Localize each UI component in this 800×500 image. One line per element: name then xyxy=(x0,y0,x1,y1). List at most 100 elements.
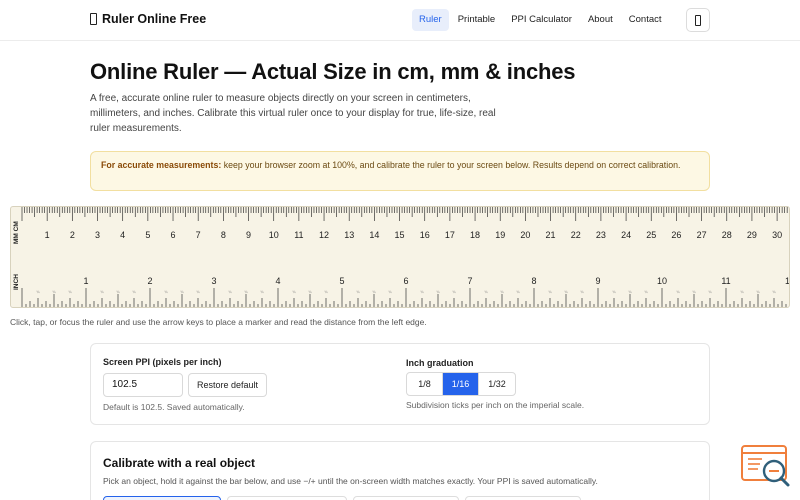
inch-fraction-mark: ¼ xyxy=(197,290,200,294)
nav-item-contact[interactable]: Contact xyxy=(622,9,669,31)
ruler-scale: 1 2 3 4 5 6 7 8 9 10 11 12 13 14 15 16 17 18 19 20 21 22 23 24 2… xyxy=(13,207,789,307)
nav-item-ruler[interactable]: Ruler xyxy=(412,9,449,31)
object-option-button[interactable] xyxy=(465,496,581,500)
cm-tick-label: 2 xyxy=(70,230,75,240)
ppi-hint: Default is 102.5. Saved automatically. xyxy=(103,402,245,412)
inch-fraction-mark: ¼ xyxy=(437,290,440,294)
theme-toggle-icon xyxy=(695,14,701,26)
inch-fraction-mark: ¼ xyxy=(53,290,56,294)
inch-fraction-mark: ¼ xyxy=(645,290,648,294)
inch-fraction-mark: ¼ xyxy=(421,290,424,294)
cm-tick-label: 7 xyxy=(196,230,201,240)
inch-fraction-mark: ¼ xyxy=(565,290,568,294)
inch-fraction-mark: ¼ xyxy=(501,290,504,294)
inch-fraction-mark: ¼ xyxy=(517,290,520,294)
inch-fraction-mark: ¼ xyxy=(229,290,232,294)
ruler-hint: Click, tap, or focus the ruler and use t… xyxy=(10,317,427,327)
theme-toggle-button[interactable] xyxy=(686,8,710,32)
inch-fraction-mark: ¼ xyxy=(245,290,248,294)
top-navigation-bar: Ruler Online Free Ruler Printable PPI Ca… xyxy=(0,0,800,41)
graduation-option-1-32[interactable]: 1/32 xyxy=(479,373,515,395)
inch-tick-label: 5 xyxy=(339,276,344,286)
cm-tick-label: 19 xyxy=(495,230,505,240)
inch-tick-label: 11 xyxy=(721,276,730,286)
restore-default-button[interactable]: Restore default xyxy=(188,373,268,397)
inch-fraction-mark: ¼ xyxy=(453,290,456,294)
imperial-scale-label: INCH xyxy=(13,274,20,290)
inch-fraction-mark: ¼ xyxy=(165,290,168,294)
inch-tick-label: 8 xyxy=(531,276,536,286)
inch-fraction-mark: ¼ xyxy=(69,290,72,294)
inch-fraction-mark: ¼ xyxy=(629,290,632,294)
cm-tick-label: 23 xyxy=(596,230,606,240)
feedback-widget-icon xyxy=(741,445,790,487)
inch-fraction-mark: ¼ xyxy=(37,290,40,294)
nav-item-ppi-calculator[interactable]: PPI Calculator xyxy=(504,9,579,31)
cm-tick-label: 4 xyxy=(120,230,125,240)
feedback-widget-button[interactable] xyxy=(740,444,792,490)
cm-tick-label: 18 xyxy=(470,230,480,240)
inch-fraction-mark: ¼ xyxy=(709,290,712,294)
object-option-button[interactable] xyxy=(103,496,221,500)
inch-fraction-mark: ¼ xyxy=(389,290,392,294)
calibration-notice: For accurate measurements: keep your bro… xyxy=(90,151,710,191)
cm-tick-label: 27 xyxy=(697,230,707,240)
cm-tick-label: 24 xyxy=(621,230,631,240)
graduation-option-1-8[interactable]: 1/8 xyxy=(407,373,443,395)
cm-tick-label: 8 xyxy=(221,230,226,240)
cm-tick-label: 1 xyxy=(45,230,50,240)
page-title: Online Ruler — Actual Size in cm, mm & i… xyxy=(90,59,576,84)
inch-tick-label: 3 xyxy=(211,276,216,286)
intro-paragraph: A free, accurate online ruler to measure… xyxy=(90,93,496,134)
inch-fraction-mark: ¼ xyxy=(357,290,360,294)
inch-fraction-mark: ¼ xyxy=(773,290,776,294)
ppi-label: Screen PPI (pixels per inch) xyxy=(103,357,222,367)
cm-tick-label: 30 xyxy=(772,230,782,240)
inch-tick-label: 10 xyxy=(657,276,667,286)
inch-tick-label: 4 xyxy=(275,276,280,286)
inch-fraction-mark: ¼ xyxy=(309,290,312,294)
cm-tick-label: 25 xyxy=(646,230,656,240)
inch-fraction-mark: ¼ xyxy=(613,290,616,294)
object-option-button[interactable] xyxy=(227,496,347,500)
inch-fraction-mark: ¼ xyxy=(325,290,328,294)
nav-item-printable[interactable]: Printable xyxy=(451,9,503,31)
cm-tick-label: 13 xyxy=(344,230,354,240)
object-option-button[interactable] xyxy=(353,496,459,500)
calibrate-title: Calibrate with a real object xyxy=(103,456,256,470)
inch-tick-label: 7 xyxy=(467,276,472,286)
cm-tick-label: 29 xyxy=(747,230,757,240)
ppi-input[interactable]: 102.5 xyxy=(103,373,183,397)
settings-card: Screen PPI (pixels per inch) 102.5 Resto… xyxy=(90,343,710,425)
nav-item-about[interactable]: About xyxy=(581,9,620,31)
cm-tick-label: 28 xyxy=(722,230,732,240)
calibrate-card: Calibrate with a real object Pick an obj… xyxy=(90,441,710,500)
inch-fraction-mark: ¼ xyxy=(581,290,584,294)
cm-tick-label: 14 xyxy=(369,230,379,240)
inch-fraction-mark: ¼ xyxy=(757,290,760,294)
inch-fraction-mark: ¼ xyxy=(101,290,104,294)
brand-name: Ruler Online Free xyxy=(102,12,207,26)
cm-tick-label: 26 xyxy=(671,230,681,240)
cm-tick-label: 11 xyxy=(294,230,303,240)
brand-link[interactable]: Ruler Online Free xyxy=(90,12,206,26)
cm-tick-label: 20 xyxy=(520,230,530,240)
cm-tick-label: 16 xyxy=(420,230,430,240)
metric-scale-label: MM CM xyxy=(13,221,20,244)
graduation-hint: Subdivision ticks per inch on the imperi… xyxy=(406,400,585,410)
inch-fraction-mark: ¼ xyxy=(485,290,488,294)
inch-fraction-mark: ¼ xyxy=(549,290,552,294)
cm-tick-label: 22 xyxy=(571,230,581,240)
graduation-option-1-16[interactable]: 1/16 xyxy=(443,373,479,395)
inch-fraction-mark: ¼ xyxy=(261,290,264,294)
calibrate-instructions: Pick an object, hold it against the bar … xyxy=(103,476,598,486)
inch-tick-label: 6 xyxy=(403,276,408,286)
inch-fraction-mark: ¼ xyxy=(133,290,136,294)
cm-tick-label: 9 xyxy=(246,230,251,240)
ruler-icon xyxy=(90,13,97,25)
inch-tick-label: 9 xyxy=(595,276,600,286)
notice-emphasis: For accurate measurements: xyxy=(101,160,222,170)
ruler-canvas[interactable]: 1 2 3 4 5 6 7 8 9 10 11 12 13 14 15 16 17 18 19 20 21 22 23 24 2… xyxy=(10,206,790,308)
inch-fraction-mark: ¼ xyxy=(677,290,680,294)
cm-tick-label: 5 xyxy=(145,230,150,240)
